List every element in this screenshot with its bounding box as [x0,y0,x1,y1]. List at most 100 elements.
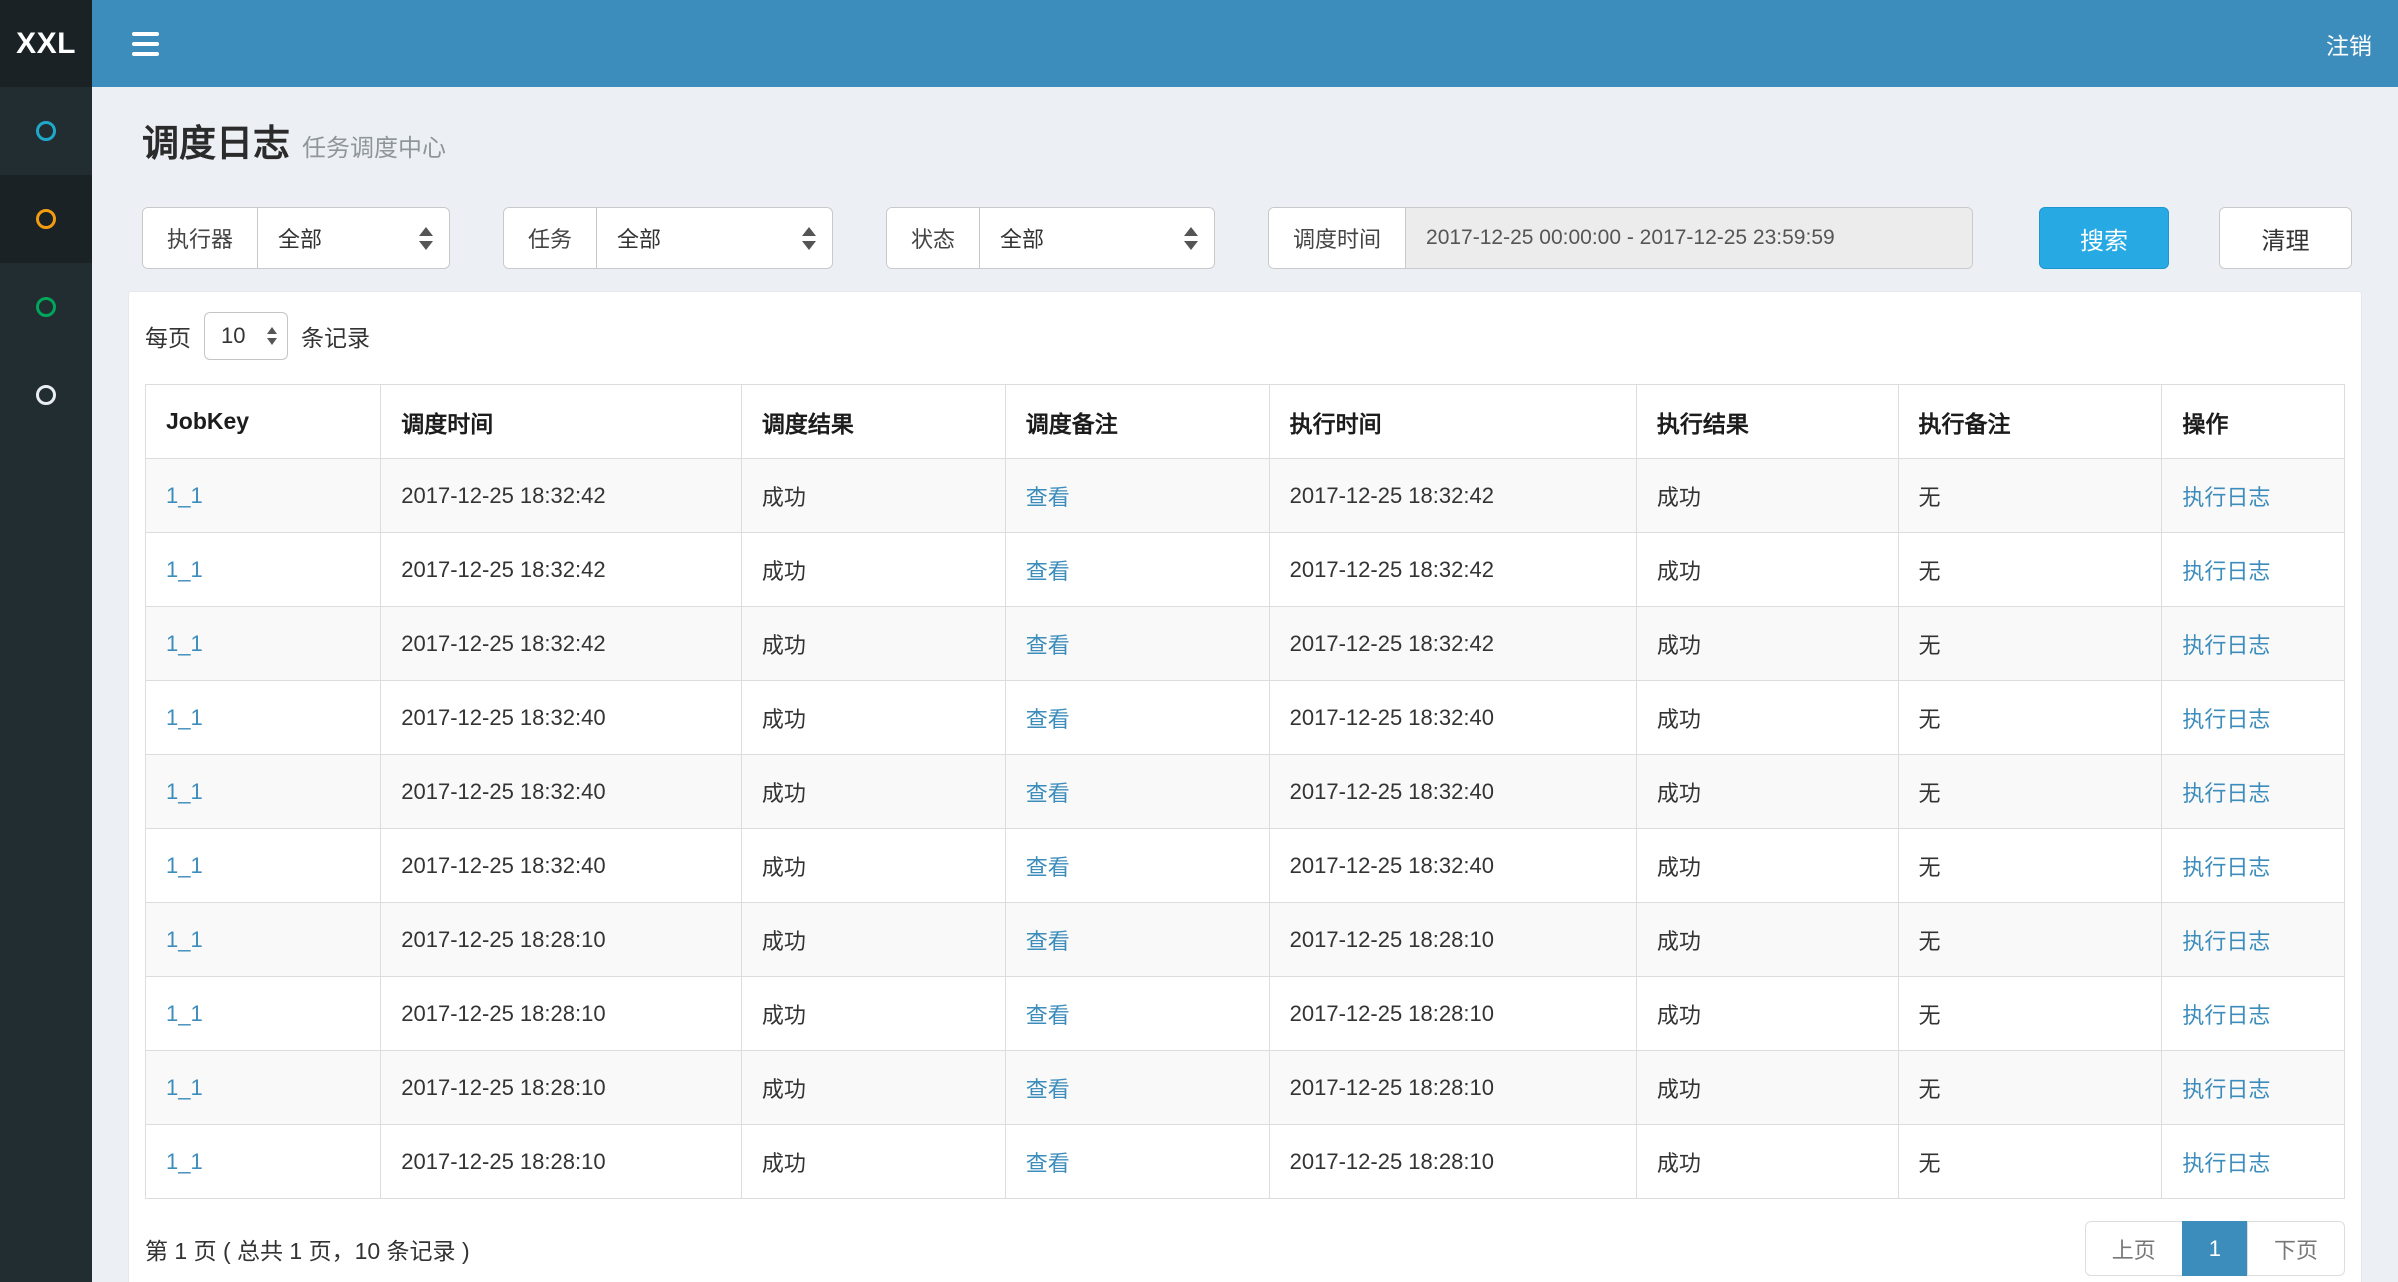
handle-result-cell: 成功 [1636,977,1898,1051]
exec-log-link[interactable]: 执行日志 [2182,1003,2270,1028]
logout-link[interactable]: 注销 [2326,27,2372,61]
table-row: 1_1 2017-12-25 18:32:40 成功 查看 2017-12-25… [146,755,2345,829]
table-header-row: JobKey 调度时间 调度结果 调度备注 执行时间 执行结果 执行备注 操作 [146,385,2345,459]
status-select[interactable]: 全部 [980,208,1214,268]
executor-select[interactable]: 全部 [258,208,449,268]
col-header-handle-time: 执行时间 [1269,385,1636,459]
table-row: 1_1 2017-12-25 18:32:42 成功 查看 2017-12-25… [146,607,2345,681]
trigger-msg-view-link[interactable]: 查看 [1026,929,1070,954]
exec-log-link[interactable]: 执行日志 [2182,781,2270,806]
circle-icon [36,209,56,229]
trigger-msg-view-link[interactable]: 查看 [1026,1151,1070,1176]
jobkey-link[interactable]: 1_1 [166,483,203,508]
jobkey-link[interactable]: 1_1 [166,1075,203,1100]
trigger-time-range-input[interactable]: 2017-12-25 00:00:00 - 2017-12-25 23:59:5… [1406,208,1972,268]
handle-msg-cell: 无 [1898,903,2162,977]
app-logo[interactable]: XXL [0,0,92,87]
trigger-time-cell: 2017-12-25 18:28:10 [381,977,742,1051]
trigger-msg-view-link[interactable]: 查看 [1026,559,1070,584]
job-select[interactable]: 全部 [597,208,832,268]
sidebar-item[interactable] [0,175,92,263]
exec-log-link[interactable]: 执行日志 [2182,855,2270,880]
circle-icon [36,121,56,141]
handle-time-cell: 2017-12-25 18:28:10 [1269,903,1636,977]
trigger-time-cell: 2017-12-25 18:32:42 [381,607,742,681]
sidebar-toggle-button[interactable] [122,22,169,66]
page-size-select[interactable]: 10 [204,312,288,360]
table-row: 1_1 2017-12-25 18:32:40 成功 查看 2017-12-25… [146,681,2345,755]
handle-time-cell: 2017-12-25 18:28:10 [1269,1051,1636,1125]
trigger-msg-view-link[interactable]: 查看 [1026,1077,1070,1102]
trigger-msg-view-link[interactable]: 查看 [1026,855,1070,880]
page-title: 调度日志 任务调度中心 [142,113,2348,167]
page-subtitle: 任务调度中心 [302,128,446,163]
log-table: JobKey 调度时间 调度结果 调度备注 执行时间 执行结果 执行备注 操作 … [145,384,2345,1199]
page-size-control: 每页 10 条记录 [145,312,2345,360]
sidebar-item[interactable] [0,87,92,175]
page-title-text: 调度日志 [142,113,290,167]
table-row: 1_1 2017-12-25 18:32:42 成功 查看 2017-12-25… [146,533,2345,607]
handle-time-cell: 2017-12-25 18:32:40 [1269,681,1636,755]
col-header-handle-msg: 执行备注 [1898,385,2162,459]
jobkey-link[interactable]: 1_1 [166,927,203,952]
trigger-time-filter-group: 调度时间 2017-12-25 00:00:00 - 2017-12-25 23… [1268,207,1973,269]
handle-result-cell: 成功 [1636,607,1898,681]
select-arrows-icon [419,227,433,250]
handle-result-cell: 成功 [1636,533,1898,607]
job-filter-label: 任务 [504,208,597,268]
col-header-jobkey: JobKey [146,385,381,459]
exec-log-link[interactable]: 执行日志 [2182,559,2270,584]
exec-log-link[interactable]: 执行日志 [2182,485,2270,510]
exec-log-link[interactable]: 执行日志 [2182,1151,2270,1176]
trigger-time-cell: 2017-12-25 18:28:10 [381,1051,742,1125]
jobkey-link[interactable]: 1_1 [166,853,203,878]
col-header-trigger-time: 调度时间 [381,385,742,459]
trigger-msg-view-link[interactable]: 查看 [1026,633,1070,658]
handle-msg-cell: 无 [1898,459,2162,533]
exec-log-link[interactable]: 执行日志 [2182,929,2270,954]
trigger-result-cell: 成功 [741,977,1005,1051]
table-row: 1_1 2017-12-25 18:28:10 成功 查看 2017-12-25… [146,903,2345,977]
jobkey-link[interactable]: 1_1 [166,631,203,656]
trigger-msg-view-link[interactable]: 查看 [1026,1003,1070,1028]
jobkey-link[interactable]: 1_1 [166,705,203,730]
handle-time-cell: 2017-12-25 18:32:42 [1269,533,1636,607]
exec-log-link[interactable]: 执行日志 [2182,633,2270,658]
sidebar-item[interactable] [0,351,92,439]
select-arrows-icon [802,227,816,250]
next-page-button[interactable]: 下页 [2247,1221,2345,1276]
jobkey-link[interactable]: 1_1 [166,1149,203,1174]
trigger-result-cell: 成功 [741,459,1005,533]
handle-result-cell: 成功 [1636,459,1898,533]
trigger-time-cell: 2017-12-25 18:28:10 [381,903,742,977]
table-row: 1_1 2017-12-25 18:32:40 成功 查看 2017-12-25… [146,829,2345,903]
prev-page-button[interactable]: 上页 [2085,1221,2183,1276]
trigger-msg-view-link[interactable]: 查看 [1026,485,1070,510]
trigger-result-cell: 成功 [741,1125,1005,1199]
exec-log-link[interactable]: 执行日志 [2182,1077,2270,1102]
handle-msg-cell: 无 [1898,829,2162,903]
page-1-button[interactable]: 1 [2182,1221,2248,1276]
clear-button[interactable]: 清理 [2219,207,2352,269]
circle-icon [36,297,56,317]
jobkey-link[interactable]: 1_1 [166,779,203,804]
jobkey-link[interactable]: 1_1 [166,1001,203,1026]
exec-log-link[interactable]: 执行日志 [2182,707,2270,732]
handle-time-cell: 2017-12-25 18:32:40 [1269,829,1636,903]
handle-msg-cell: 无 [1898,1125,2162,1199]
handle-result-cell: 成功 [1636,755,1898,829]
top-navbar: XXL 注销 [0,0,2398,87]
trigger-msg-view-link[interactable]: 查看 [1026,707,1070,732]
pagination: 上页 1 下页 [2085,1221,2345,1276]
trigger-result-cell: 成功 [741,755,1005,829]
search-button[interactable]: 搜索 [2039,207,2169,269]
sidebar-item[interactable] [0,263,92,351]
trigger-msg-view-link[interactable]: 查看 [1026,781,1070,806]
handle-msg-cell: 无 [1898,533,2162,607]
trigger-time-cell: 2017-12-25 18:28:10 [381,1125,742,1199]
page-size-suffix-label: 条记录 [301,319,370,353]
hamburger-icon [132,32,159,36]
jobkey-link[interactable]: 1_1 [166,557,203,582]
log-table-panel: 每页 10 条记录 JobKey 调度时间 调度结果 调度备 [128,291,2362,1282]
trigger-time-cell: 2017-12-25 18:32:40 [381,755,742,829]
